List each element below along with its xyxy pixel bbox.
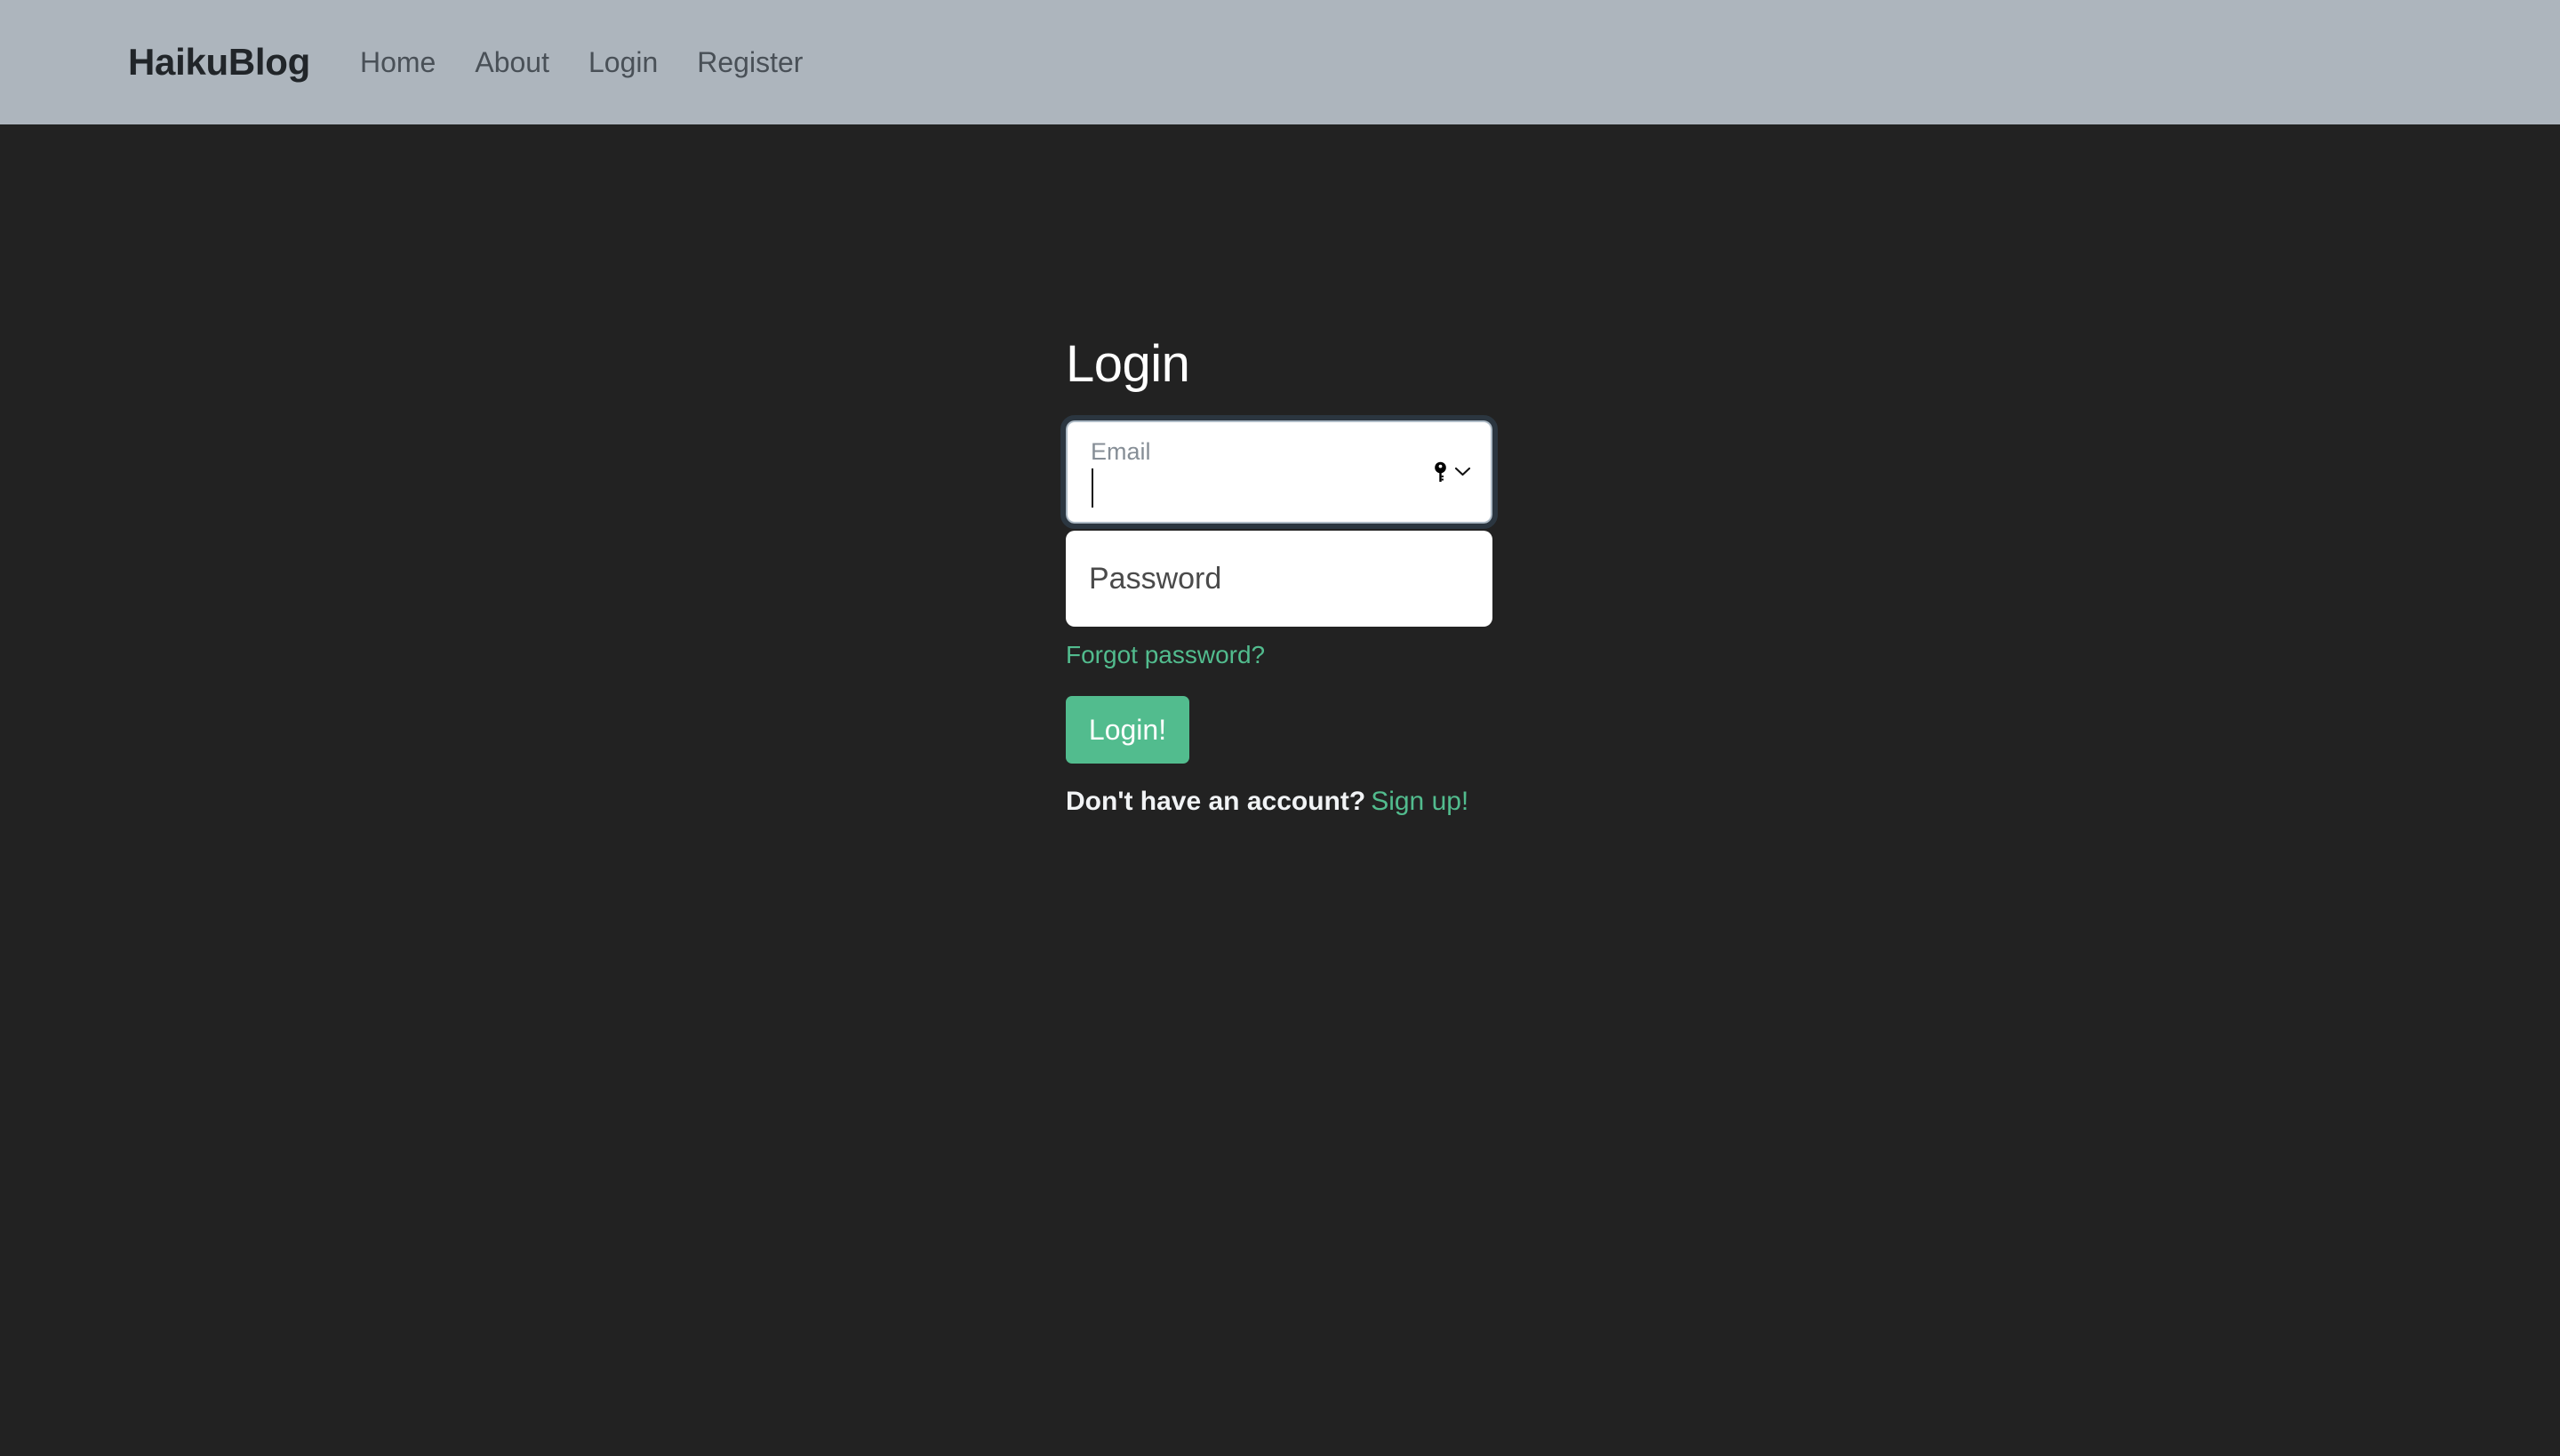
chevron-down-icon[interactable] <box>1454 466 1471 477</box>
nav-link-register[interactable]: Register <box>697 46 803 79</box>
login-submit-button[interactable]: Login! <box>1066 695 1189 764</box>
signup-prompt-text: Don't have an account? <box>1066 786 1366 816</box>
nav-link-login[interactable]: Login <box>588 46 658 79</box>
forgot-password-link[interactable]: Forgot password? <box>1066 641 1265 669</box>
top-navbar: HaikuBlog Home About Login Register <box>0 0 2560 124</box>
signup-prompt-row: Don't have an account? Sign up! <box>1066 787 1528 817</box>
nav-link-home[interactable]: Home <box>360 46 436 79</box>
page-body: Login Email Password Forgot password? Lo… <box>0 124 2560 1456</box>
nav-links: Home About Login Register <box>360 46 803 79</box>
key-icon[interactable] <box>1433 461 1448 483</box>
page-title: Login <box>1066 335 1190 393</box>
password-field[interactable]: Password <box>1066 530 1492 627</box>
password-manager-control[interactable] <box>1433 461 1471 483</box>
nav-link-about[interactable]: About <box>475 46 549 79</box>
text-cursor <box>1092 468 1093 508</box>
brand-logo[interactable]: HaikuBlog <box>128 41 310 84</box>
password-placeholder: Password <box>1089 561 1222 596</box>
signup-link[interactable]: Sign up! <box>1371 787 1468 816</box>
email-field[interactable]: Email <box>1060 414 1498 529</box>
login-form: Login Email Password Forgot password? Lo… <box>1060 335 1528 817</box>
email-label: Email <box>1091 437 1151 465</box>
